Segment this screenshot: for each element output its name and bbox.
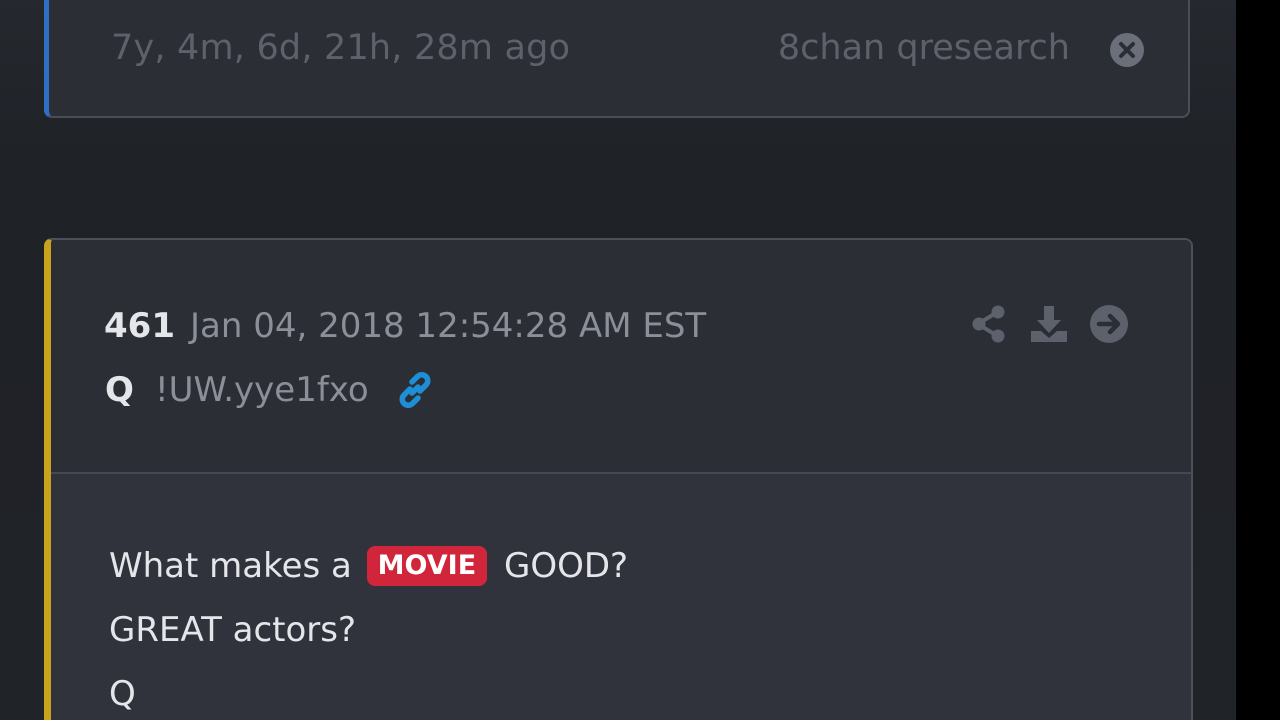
- post-card: 461 Jan 04, 2018 12:54:28 AM EST Q !UW.y…: [44, 238, 1193, 720]
- post-source: 8chan qresearch: [777, 28, 1070, 68]
- post-text: GOOD?: [503, 546, 629, 586]
- arrow-right-circle-icon[interactable]: [1089, 304, 1129, 344]
- author-tripcode: !UW.yye1fxo: [155, 370, 369, 410]
- post-number: 461: [104, 306, 175, 346]
- post-body-line: What makes a MOVIE GOOD?: [109, 540, 1191, 604]
- movie-tag-badge[interactable]: MOVIE: [366, 546, 488, 586]
- download-icon[interactable]: [1029, 304, 1069, 344]
- post-body-line: GREAT actors?: [109, 610, 357, 650]
- post-text: What makes a: [109, 546, 352, 586]
- link-icon[interactable]: [393, 368, 437, 412]
- post-time-ago: 7y, 4m, 6d, 21h, 28m ago: [111, 28, 571, 68]
- author-name: Q: [105, 370, 134, 410]
- share-icon[interactable]: [969, 304, 1009, 344]
- post-header: 461 Jan 04, 2018 12:54:28 AM EST Q !UW.y…: [51, 240, 1191, 474]
- screen-edge-bar: [1236, 0, 1280, 720]
- post-signature: Q: [109, 674, 136, 714]
- previous-post-card: 7y, 4m, 6d, 21h, 28m ago 8chan qresearch: [44, 0, 1190, 118]
- post-date: Jan 04, 2018 12:54:28 AM EST: [190, 306, 707, 346]
- post-body: What makes a MOVIE GOOD? GREAT actors? Q: [109, 540, 1191, 720]
- close-circle-icon[interactable]: [1110, 33, 1144, 67]
- app-page: 7y, 4m, 6d, 21h, 28m ago 8chan qresearch…: [0, 0, 1280, 720]
